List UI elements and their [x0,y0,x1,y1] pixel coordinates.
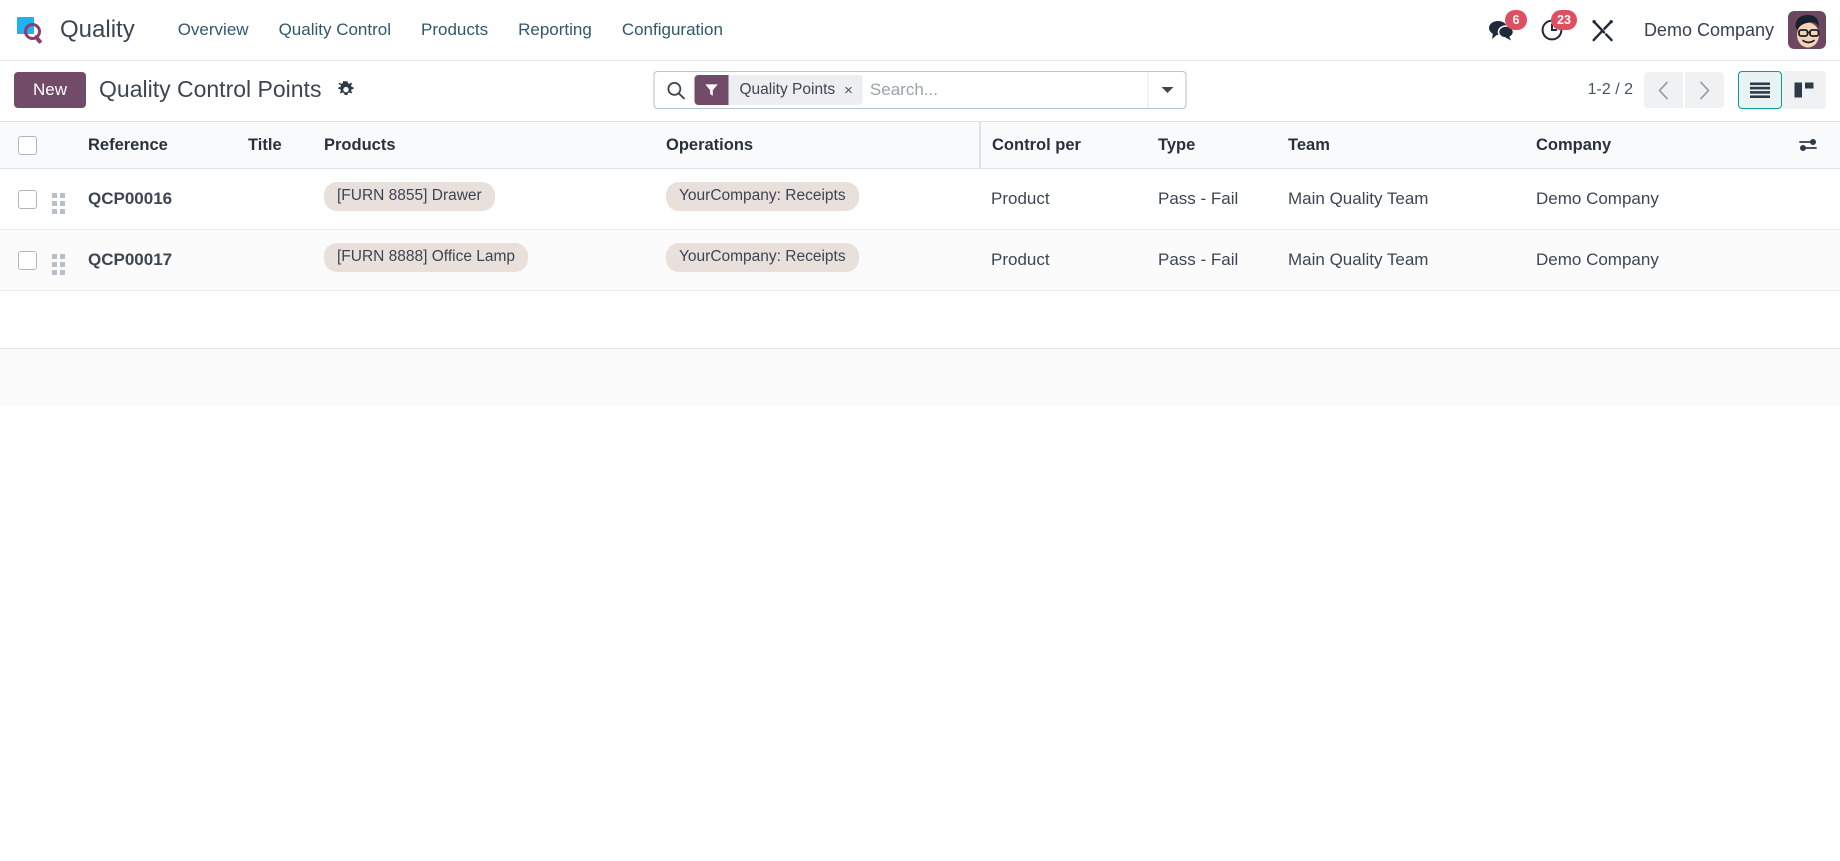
column-header-title[interactable]: Title [248,121,324,169]
cell-title [248,229,324,291]
search-input[interactable] [862,72,1148,108]
cell-company: Demo Company [1536,168,1756,230]
gear-icon[interactable] [334,78,358,102]
pager-next-button[interactable] [1685,72,1724,108]
operation-tag: YourCompany: Receipts [666,242,859,272]
product-tag: [FURN 8855] Drawer [324,182,495,211]
pager: 1-2 / 2 [1588,72,1724,108]
operation-tag: YourCompany: Receipts [666,182,859,211]
cell-company: Demo Company [1536,229,1756,291]
row-handle-cell [52,168,88,230]
messages-count-badge: 6 [1504,10,1527,30]
main-menu: Overview Quality Control Products Report… [163,14,738,46]
cell-operations: YourCompany: Receipts [666,229,980,291]
drag-handle-icon[interactable] [52,254,65,276]
cell-products: [FURN 8888] Office Lamp [324,229,666,291]
row-select-cell [0,168,52,230]
table-row[interactable]: QCP00016 [FURN 8855] Drawer YourCompany:… [0,168,1840,230]
cell-type: Pass - Fail [1158,229,1288,291]
menu-item-overview[interactable]: Overview [163,14,264,46]
cell-operations: YourCompany: Receipts [666,168,980,230]
search-facet-remove-icon[interactable]: × [842,75,863,105]
select-all-checkbox[interactable] [18,135,37,155]
cell-reference: QCP00016 [88,168,248,230]
list-view-icon[interactable] [1738,71,1782,109]
kanban-view-icon[interactable] [1782,71,1826,109]
handle-column-header [52,121,88,169]
search-facet-quality-points[interactable]: Quality Points × [694,75,863,105]
new-button[interactable]: New [14,71,87,109]
cell-reference: QCP00017 [88,229,248,291]
list-view: Reference Title Products Operations Cont… [0,121,1840,407]
control-panel-right: 1-2 / 2 [1588,71,1826,109]
column-header-control-per[interactable]: Control per [979,121,1158,169]
row-checkbox[interactable] [18,189,37,209]
column-header-type[interactable]: Type [1158,121,1288,169]
table-header-row: Reference Title Products Operations Cont… [0,121,1840,169]
search-icon [655,72,695,108]
drag-handle-icon[interactable] [52,193,65,215]
column-header-products[interactable]: Products [324,121,666,169]
menu-item-products[interactable]: Products [406,14,503,46]
cell-control-per: Product [980,168,1158,230]
table-row[interactable]: QCP00017 [FURN 8888] Office Lamp YourCom… [0,229,1840,291]
user-avatar[interactable] [1788,11,1826,49]
adjust-sliders-icon[interactable] [1756,136,1832,154]
table-header: Reference Title Products Operations Cont… [0,121,1840,169]
pager-range[interactable]: 1-2 / 2 [1588,81,1633,99]
view-switcher [1738,71,1826,109]
menu-item-reporting[interactable]: Reporting [503,14,607,46]
search-facet-label: Quality Points [739,81,836,98]
top-navbar: Quality Overview Quality Control Product… [0,0,1840,61]
activities-count-badge: 23 [1551,10,1577,30]
cell-team: Main Quality Team [1288,168,1536,230]
tail-cell [0,348,1840,407]
optional-columns-header [1756,121,1840,169]
logo-magnifier-handle [33,34,42,45]
cell-title [248,168,324,230]
messages-icon[interactable]: 6 [1475,8,1527,52]
filter-funnel-icon [694,75,729,105]
app-brand-name[interactable]: Quality [60,16,135,44]
column-header-company[interactable]: Company [1536,121,1756,169]
tools-debug-icon[interactable] [1577,8,1628,52]
search-dropdown-toggle[interactable] [1147,72,1186,108]
table-tail-row [0,348,1840,407]
company-switcher[interactable]: Demo Company [1628,20,1786,41]
filler-cell [0,290,1840,349]
cell-type: Pass - Fail [1158,168,1288,230]
clock-activities-icon[interactable]: 23 [1527,8,1577,52]
column-header-reference[interactable]: Reference [88,121,248,169]
page-title: Quality Control Points [99,76,322,103]
pager-previous-button[interactable] [1644,72,1683,108]
menu-item-configuration[interactable]: Configuration [607,14,738,46]
select-all-header [0,121,52,169]
systray: 6 23 Demo Company [1475,8,1826,52]
cell-optional [1756,229,1840,291]
row-select-cell [0,229,52,291]
search-view: Quality Points × [653,71,1187,109]
column-header-team[interactable]: Team [1288,121,1536,169]
cell-team: Main Quality Team [1288,229,1536,291]
menu-item-quality-control[interactable]: Quality Control [264,14,406,46]
row-handle-cell [52,229,88,291]
cell-optional [1756,168,1840,230]
cell-products: [FURN 8855] Drawer [324,168,666,230]
table-body: QCP00016 [FURN 8855] Drawer YourCompany:… [0,168,1840,407]
quality-magnifier-logo[interactable] [14,12,50,48]
control-panel-left: New Quality Control Points [14,71,358,109]
control-panel: New Quality Control Points Quality Point… [0,61,1840,121]
column-header-operations[interactable]: Operations [666,121,980,169]
row-checkbox[interactable] [18,250,37,270]
quality-control-points-table: Reference Title Products Operations Cont… [0,121,1840,407]
product-tag: [FURN 8888] Office Lamp [324,242,529,272]
table-filler-row [0,290,1840,349]
cell-control-per: Product [980,229,1158,291]
